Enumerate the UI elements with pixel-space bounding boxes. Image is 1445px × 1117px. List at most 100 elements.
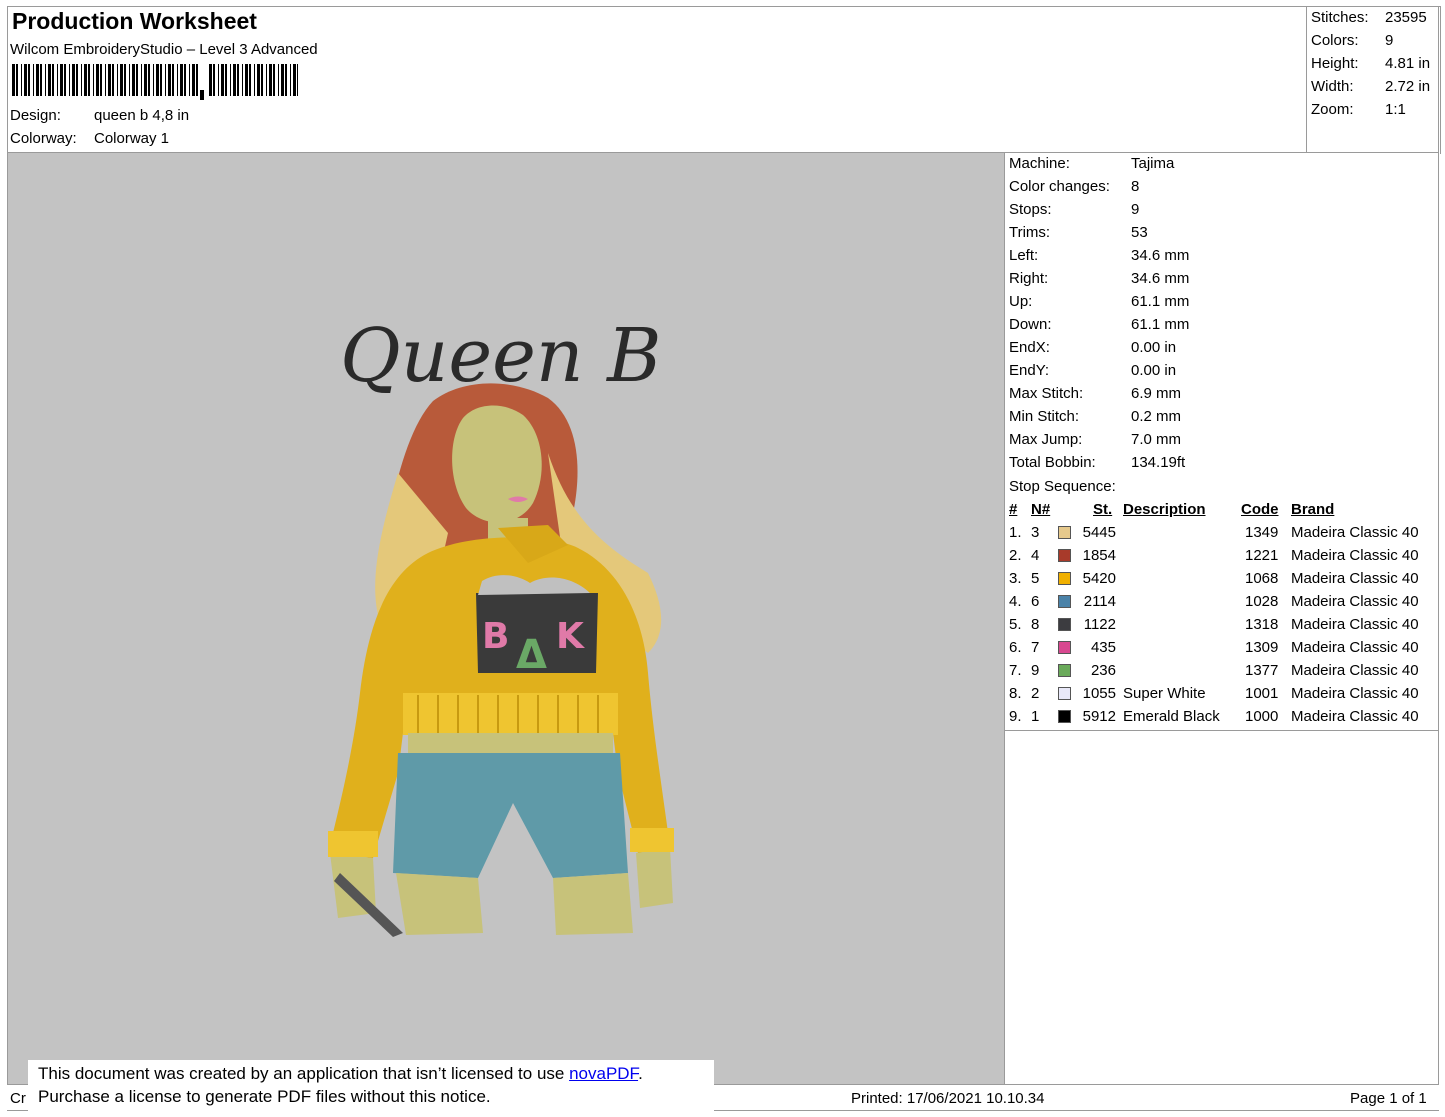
machine-info-label: Trims: [1009, 224, 1051, 241]
stop-row-st: 5445 [1082, 524, 1116, 541]
machine-info-value: 7.0 mm [1131, 431, 1182, 448]
machine-info-label: Color changes: [1009, 178, 1110, 195]
col-header-code: Code [1241, 501, 1279, 518]
shorts-shape [393, 753, 628, 878]
col-header-n: N# [1031, 501, 1051, 518]
machine-info-value: 34.6 mm [1131, 270, 1190, 287]
barcode-bar [184, 64, 186, 96]
barcode-bar [12, 64, 15, 96]
barcode-bar [40, 64, 42, 96]
stop-row-desc: Super White [1123, 685, 1206, 702]
right-cuff [630, 828, 674, 852]
machine-info-label: EndX: [1009, 339, 1050, 356]
barcode-bar [237, 64, 239, 96]
machine-info-label: EndY: [1009, 362, 1050, 379]
barcode-bar [221, 64, 224, 96]
stop-sequence-title: Stop Sequence: [1009, 478, 1116, 495]
barcode-bar [293, 64, 296, 96]
barcode-bar [132, 64, 135, 96]
stop-row-st: 1122 [1083, 616, 1116, 633]
barcode-bar [273, 64, 275, 96]
barcode-bar [213, 64, 215, 96]
barcode-bar [100, 64, 102, 96]
col-header-st: St. [1093, 501, 1113, 518]
stop-row-st: 1055 [1082, 685, 1116, 702]
design-label: Design: [10, 107, 61, 124]
barcode-bar [93, 64, 94, 96]
stop-row-num: 7. [1009, 662, 1022, 679]
stop-row-code: 1221 [1245, 547, 1279, 564]
badge-letter-delta: Δ [516, 632, 547, 678]
left-cuff [328, 831, 378, 857]
machine-info-value: 9 [1131, 201, 1140, 218]
stop-row-brand: Madeira Classic 40 [1291, 547, 1419, 564]
stop-row-brand: Madeira Classic 40 [1291, 708, 1419, 725]
barcode-bar [278, 64, 279, 96]
barcode-bar [269, 64, 272, 96]
info-panel: Machine: Tajima Color changes: 8 Stops: 9 Trim… [1004, 152, 1439, 1085]
barcode-bar [172, 64, 174, 96]
thread-color-swatch [1058, 664, 1071, 677]
stop-row-num: 5. [1009, 616, 1022, 633]
embroidery-illustration: Queen B B Δ K [328, 313, 674, 937]
barcode-bar [21, 64, 22, 96]
barcode-bar [266, 64, 267, 96]
stop-row-st: 1854 [1082, 547, 1116, 564]
software-name: Wilcom EmbroideryStudio – Level 3 Advanc… [10, 41, 318, 58]
stop-row-n: 7 [1031, 639, 1040, 656]
barcode-bar [60, 64, 63, 96]
machine-info-label: Right: [1009, 270, 1049, 287]
stop-row-num: 4. [1009, 593, 1022, 610]
stop-row-n: 9 [1031, 662, 1040, 679]
stop-row-code: 1309 [1245, 639, 1279, 656]
machine-info-value: 34.6 mm [1131, 247, 1190, 264]
barcode-bar [84, 64, 87, 96]
barcode-bar [261, 64, 263, 96]
barcode-bar [180, 64, 183, 96]
left-leg [396, 873, 483, 935]
stop-row-n: 2 [1031, 685, 1040, 702]
barcode-bar [117, 64, 118, 96]
barcode-bar [45, 64, 46, 96]
face-shape [452, 405, 542, 523]
novapdf-link[interactable]: novaPDF [569, 1064, 638, 1083]
stop-row-code: 1001 [1245, 685, 1279, 702]
stop-row-num: 9. [1009, 708, 1022, 725]
barcode-bar [233, 64, 236, 96]
stop-row-brand: Madeira Classic 40 [1291, 662, 1419, 679]
stop-row-code: 1318 [1245, 616, 1279, 633]
barcode-bar [141, 64, 142, 96]
machine-info-value: 53 [1131, 224, 1148, 241]
stop-row-brand: Madeira Classic 40 [1291, 639, 1419, 656]
stop-row-code: 1000 [1245, 708, 1279, 725]
machine-info-label: Left: [1009, 247, 1039, 264]
notice-line-2: Purchase a license to generate PDF files… [38, 1087, 491, 1106]
stop-row-num: 1. [1009, 524, 1022, 541]
stop-row-code: 1068 [1245, 570, 1279, 587]
barcode-bar [120, 64, 123, 96]
barcode-bar [148, 64, 150, 96]
barcode-comma [200, 90, 204, 100]
barcode-bar [124, 64, 126, 96]
machine-info-label: Max Jump: [1009, 431, 1083, 448]
stop-row-num: 3. [1009, 570, 1022, 587]
barcode-bar [189, 64, 190, 96]
badge-letter-b: B [482, 616, 509, 657]
barcode-bar [153, 64, 154, 96]
page-title: Production Worksheet [12, 8, 257, 34]
stop-row-code: 1028 [1245, 593, 1279, 610]
stop-row-st: 236 [1090, 662, 1116, 679]
barcode-bar [281, 64, 284, 96]
machine-info-label: Machine: [1009, 155, 1070, 172]
thread-color-swatch [1058, 572, 1071, 585]
barcode-bar [254, 64, 255, 96]
stop-row-n: 3 [1031, 524, 1040, 541]
barcode-bar [24, 64, 27, 96]
barcode-bar [290, 64, 291, 96]
barcode-bar [230, 64, 231, 96]
stop-row-n: 8 [1031, 616, 1040, 633]
barcode-bar [168, 64, 171, 96]
right-hand [636, 848, 673, 908]
width-value: 2.72 in [1385, 78, 1431, 95]
col-header-description: Description [1123, 501, 1206, 518]
